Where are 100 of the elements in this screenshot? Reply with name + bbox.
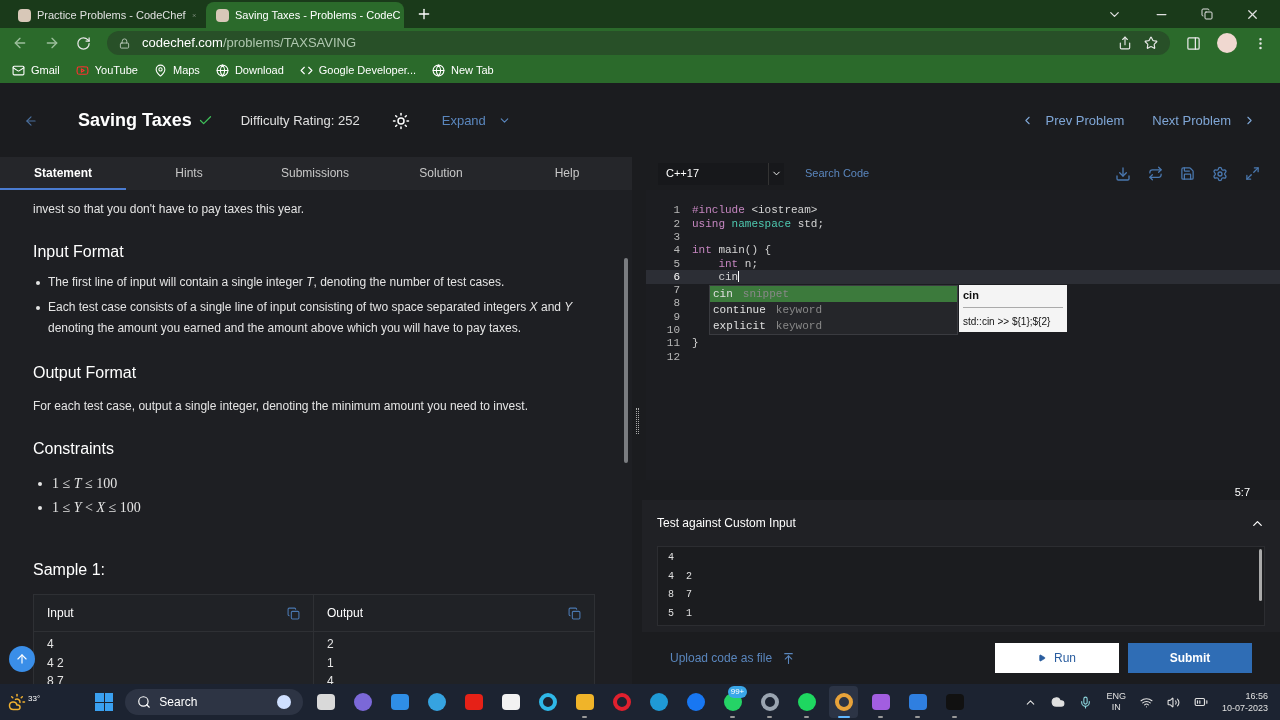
next-problem-button[interactable]: Next Problem [1152, 110, 1256, 131]
sample-line: 4 [47, 636, 54, 653]
pin-icon [153, 64, 167, 77]
sample-line: 2 [327, 636, 334, 653]
custom-input-title: Test against Custom Input [657, 515, 796, 532]
address-bar[interactable]: codechef.com/problems/TAXSAVING [107, 31, 1170, 55]
save-icon[interactable] [1180, 166, 1195, 181]
constraint-formula: 1 ≤ T ≤ 100 [52, 475, 118, 493]
taskbar-app[interactable] [829, 686, 859, 718]
line-number: 1 [672, 203, 680, 219]
statement-tab[interactable]: Hints [126, 157, 252, 190]
clock[interactable]: 16:56 10-07-2023 [1221, 690, 1272, 714]
resize-handle[interactable] [635, 407, 639, 434]
scroll-to-top-button[interactable] [9, 646, 35, 672]
difficulty-rating: Difficulty Rating: 252 [240, 111, 360, 130]
search-code-link[interactable]: Search Code [805, 165, 870, 182]
settings-icon[interactable] [1212, 165, 1228, 182]
wifi-icon[interactable] [1139, 695, 1153, 709]
statement-tab[interactable]: Submissions [252, 157, 378, 190]
line-number: 12 [665, 349, 680, 365]
run-button[interactable]: Run [995, 643, 1119, 673]
profile-avatar[interactable] [1217, 33, 1237, 53]
fullscreen-icon[interactable] [1245, 166, 1260, 181]
arrow-up-icon [15, 652, 29, 666]
battery-icon[interactable] [1193, 695, 1208, 709]
bookmark-star-icon[interactable] [1144, 36, 1158, 50]
copy-icon[interactable] [568, 606, 581, 620]
start-icon[interactable] [95, 693, 114, 711]
constraint-formula: 1 ≤ Y < X ≤ 100 [52, 499, 141, 517]
notification-badge: 99+ [727, 686, 748, 698]
back-icon[interactable] [24, 113, 38, 128]
bookmark-item[interactable]: Download [215, 62, 284, 79]
side-panel-icon[interactable] [1186, 35, 1201, 51]
line-number: 3 [672, 230, 680, 245]
back-icon[interactable] [12, 35, 28, 51]
suggestion-item[interactable]: explicit keyword [710, 318, 957, 334]
search-icon [137, 695, 152, 709]
language-indicator[interactable]: ENG IN [1106, 691, 1126, 713]
bullet-icon [38, 481, 42, 486]
upload-icon[interactable] [782, 651, 796, 665]
prev-problem-button[interactable]: Prev Problem [1020, 110, 1125, 131]
statement-tab[interactable]: Solution [378, 157, 504, 190]
problem-title: Saving Taxes [78, 109, 192, 132]
sample-line: 1 [327, 654, 334, 672]
section-text: For each test case, output a single integer, denoting the minimum amount you need to invest. [33, 398, 529, 415]
download-icon[interactable] [1115, 165, 1131, 182]
line-number: 6 [672, 269, 680, 285]
section-heading: Constraints [33, 439, 115, 459]
lock-icon [119, 37, 130, 49]
site-icon [216, 8, 229, 22]
weather-widget[interactable]: 33° [8, 693, 41, 711]
cloud-icon[interactable] [1051, 695, 1066, 709]
bookmark-item[interactable]: YouTube [75, 62, 138, 79]
taskbar-search[interactable]: Search [125, 689, 304, 715]
line-number: 7 [672, 283, 680, 299]
bookmark-item[interactable]: Google Developer... [299, 62, 417, 79]
bookmark-item[interactable]: New Tab [432, 62, 494, 79]
forward-icon[interactable] [44, 35, 60, 51]
weather-icon [8, 693, 26, 711]
globe-icon [432, 64, 446, 77]
statement-tab[interactable]: Statement [0, 157, 126, 190]
column-heading: Output [327, 605, 364, 622]
browser-tab[interactable]: Saving Taxes - Problems - CodeC [206, 2, 404, 28]
share-icon[interactable] [1118, 36, 1132, 50]
sample-line: 4 2 [47, 654, 64, 672]
suggestion-item[interactable]: continue keyword [710, 302, 957, 318]
input-line: 4 2 [668, 569, 692, 584]
restore-icon[interactable] [1201, 8, 1213, 20]
microphone-icon[interactable] [1079, 695, 1093, 709]
reset-icon[interactable] [1148, 166, 1163, 181]
theme-toggle-icon[interactable] [391, 111, 410, 130]
reload-icon[interactable] [76, 35, 91, 51]
bookmark-item[interactable]: Maps [153, 62, 200, 79]
copy-icon[interactable] [287, 606, 300, 620]
code-line: int main() { [692, 243, 772, 259]
site-icon [18, 8, 31, 22]
section-heading: Output Format [33, 363, 138, 383]
video-icon [75, 64, 89, 77]
expand-button[interactable]: Expand [441, 110, 511, 131]
scrollbar-thumb[interactable] [624, 258, 628, 463]
doc-title: cin [963, 287, 1063, 308]
upload-code-link[interactable]: Upload code as file [670, 649, 773, 667]
code-icon [299, 64, 313, 77]
tab-title: Practice Problems - CodeChef [37, 7, 186, 23]
code-line: int n; [717, 256, 759, 272]
bullet-icon [38, 505, 42, 510]
custom-input-field[interactable]: 4 4 2 8 7 5 1 [657, 546, 1265, 626]
statement-text: invest so that you don't have to pay taxes this year. [33, 201, 306, 218]
statement-tab[interactable]: Help [504, 157, 630, 190]
submit-button[interactable]: Submit [1128, 643, 1252, 673]
bullet-text: The first line of input will contain a single integer T, denoting the number of test cases. [48, 274, 505, 291]
globe-icon [215, 64, 229, 77]
bookmark-item[interactable]: Gmail [12, 62, 60, 79]
language-select[interactable]: C++17 [658, 162, 784, 185]
volume-icon[interactable] [1166, 695, 1180, 709]
suggestion-item[interactable]: cin snippet [710, 286, 957, 302]
sample-heading: Sample 1: [33, 560, 107, 580]
new-tab-icon[interactable] [416, 6, 432, 22]
mail-icon [12, 64, 25, 77]
browser-tab[interactable]: Practice Problems - CodeChef [8, 2, 206, 28]
